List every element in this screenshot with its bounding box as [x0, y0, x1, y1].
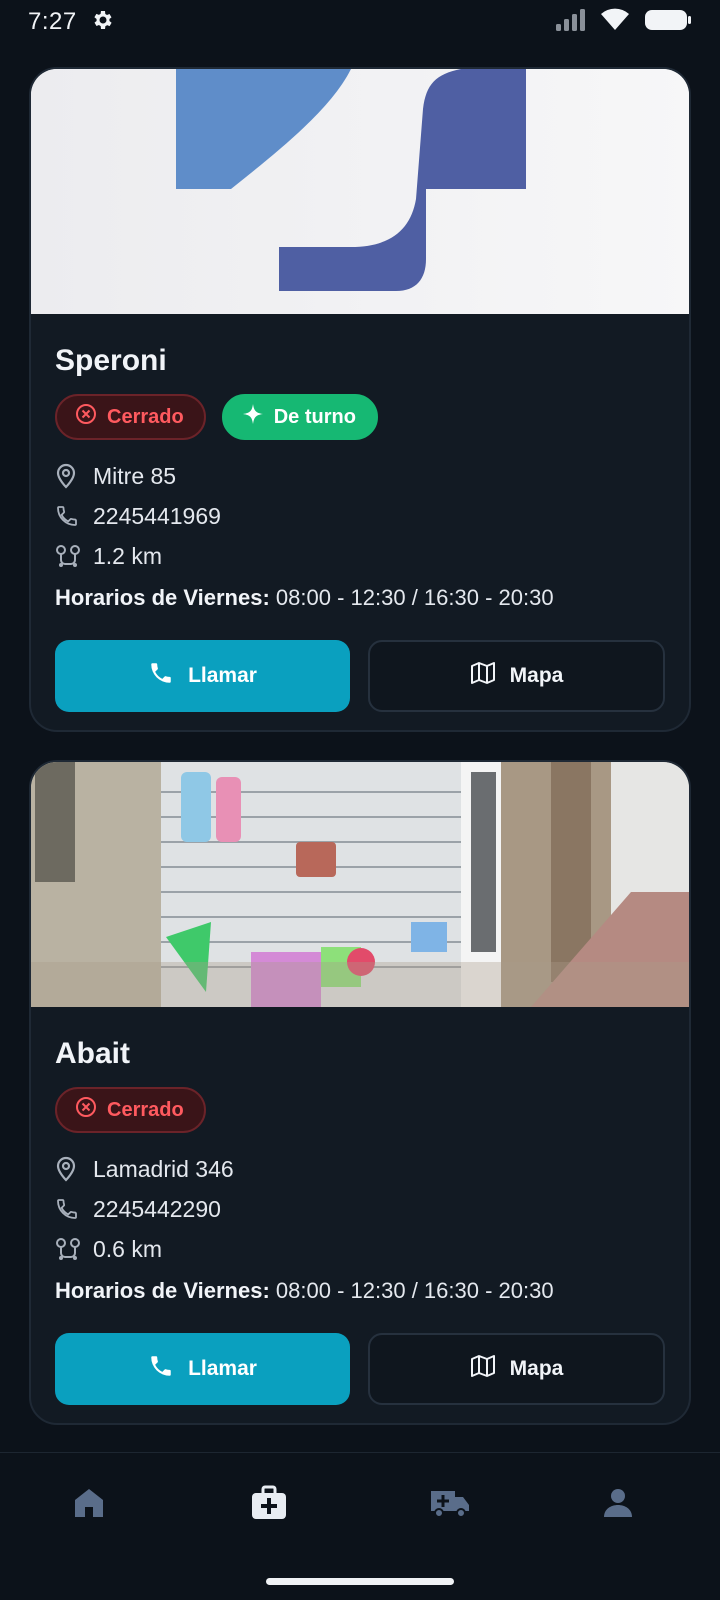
call-button[interactable]: Llamar [55, 1333, 350, 1405]
close-circle-icon [75, 1096, 97, 1124]
map-button[interactable]: Mapa [368, 1333, 665, 1405]
location-pin-icon [55, 463, 93, 489]
on-duty-badge: De turno [221, 394, 378, 440]
hours-label: Horarios de Viernes: [55, 585, 270, 610]
signal-icon [554, 8, 586, 37]
pharmacy-logo-image [31, 69, 689, 314]
route-icon [55, 1237, 93, 1261]
call-button[interactable]: Llamar [55, 640, 350, 712]
ambulance-icon [429, 1487, 471, 1524]
phone-row: 2245441969 [55, 496, 665, 536]
phone-icon [148, 1353, 174, 1385]
address-row: Lamadrid 346 [55, 1149, 665, 1189]
phone-text: 2245441969 [93, 502, 221, 529]
hours-value: 08:00 - 12:30 / 16:30 - 20:30 [275, 1278, 554, 1303]
status-badge-closed: Cerrado [55, 394, 206, 440]
call-button-label: Llamar [188, 664, 257, 687]
status-bar: 7:27 [0, 0, 720, 44]
opening-hours: Horarios de Viernes: 08:00 - 12:30 / 16:… [55, 578, 665, 618]
distance-row: 0.6 km [55, 1229, 665, 1269]
battery-icon [644, 8, 692, 37]
map-icon [470, 1354, 496, 1384]
address-text: Mitre 85 [93, 462, 177, 489]
phone-text: 2245442290 [93, 1195, 221, 1222]
map-button-label: Mapa [509, 664, 564, 687]
map-button[interactable]: Mapa [368, 640, 665, 712]
hours-label: Horarios de Viernes: [55, 1278, 270, 1303]
status-time: 7:27 [28, 8, 77, 35]
nav-pharmacies[interactable] [239, 1483, 299, 1527]
location-pin-icon [55, 1156, 93, 1182]
map-icon [470, 661, 496, 691]
phone-row: 2245442290 [55, 1189, 665, 1229]
home-icon [72, 1486, 106, 1525]
pharmacy-name: Abait [55, 1037, 130, 1070]
distance-row: 1.2 km [55, 536, 665, 576]
route-icon [55, 544, 93, 568]
opening-hours: Horarios de Viernes: 08:00 - 12:30 / 16:… [55, 1271, 665, 1311]
status-badge-closed: Cerrado [55, 1087, 206, 1133]
pharmacy-name: Speroni [55, 344, 167, 377]
on-duty-label: De turno [273, 405, 356, 428]
status-badge-label: Cerrado [107, 405, 184, 428]
pharmacy-card[interactable]: Abait Cerrado Lamadrid 346 2245442290 0.… [29, 760, 691, 1425]
phone-icon [148, 660, 174, 692]
nav-home[interactable] [59, 1483, 119, 1527]
address-row: Mitre 85 [55, 456, 665, 496]
call-button-label: Llamar [188, 1357, 257, 1380]
distance-text: 1.2 km [93, 542, 163, 569]
medical-kit-icon [250, 1485, 288, 1526]
close-circle-icon [75, 403, 97, 431]
home-indicator[interactable] [266, 1578, 454, 1585]
distance-text: 0.6 km [93, 1235, 163, 1262]
nav-emergency[interactable] [420, 1483, 480, 1527]
map-button-label: Mapa [509, 1357, 564, 1380]
settings-icon [91, 8, 115, 37]
wifi-icon [600, 8, 630, 37]
pharmacy-card[interactable]: Speroni Cerrado De turno Mitre 85 224544… [29, 67, 691, 732]
profile-icon [602, 1487, 634, 1524]
address-text: Lamadrid 346 [93, 1155, 234, 1182]
phone-icon [55, 504, 93, 528]
status-badge-label: Cerrado [107, 1098, 184, 1121]
pharmacy-storefront-image [31, 762, 689, 1007]
nav-profile[interactable] [588, 1483, 648, 1527]
hours-value: 08:00 - 12:30 / 16:30 - 20:30 [275, 585, 554, 610]
phone-icon [55, 1197, 93, 1221]
sparkle-icon [242, 403, 264, 431]
